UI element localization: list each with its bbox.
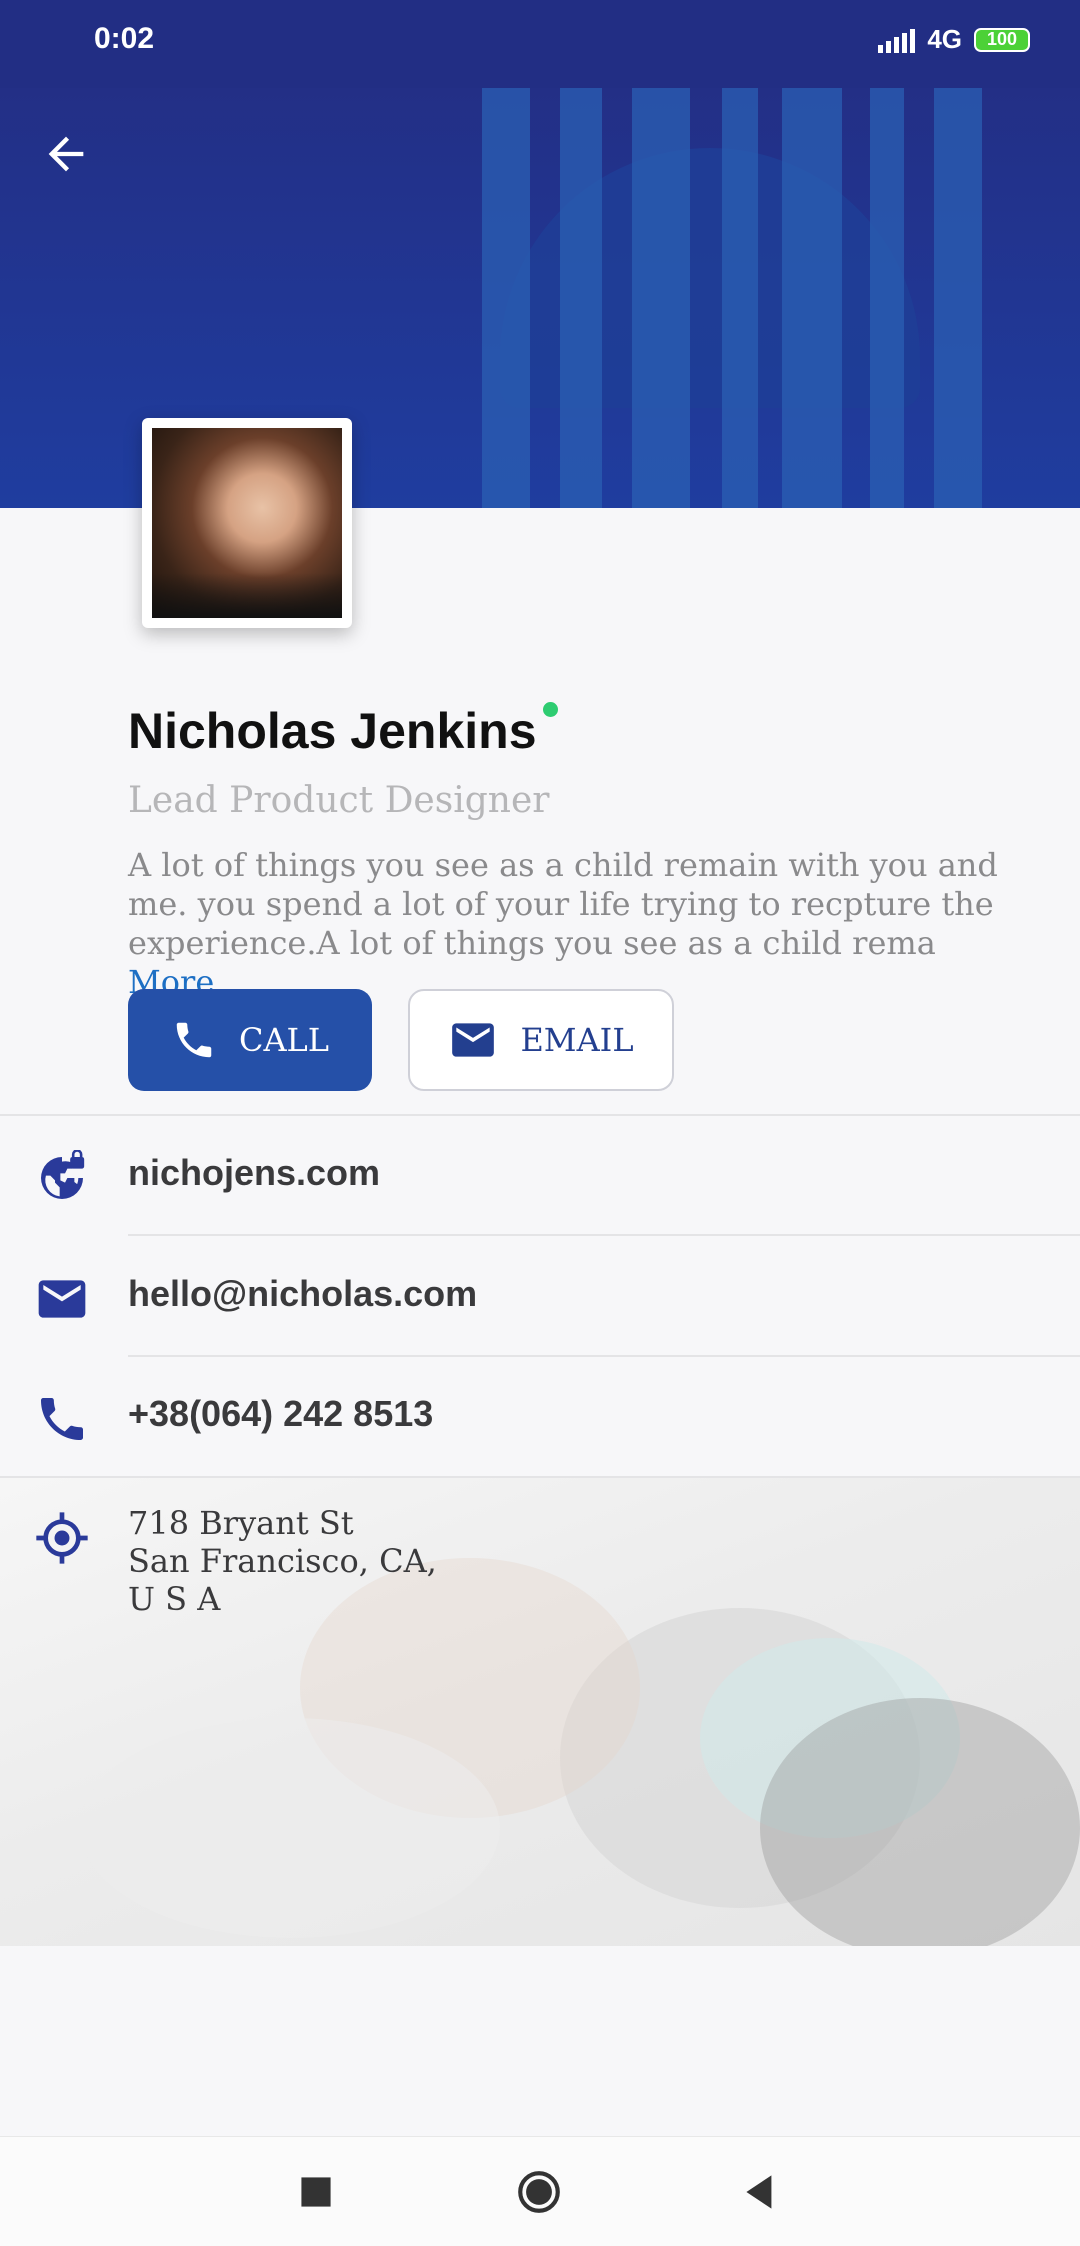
globe-lock-icon	[41, 1150, 85, 1199]
address-line-2: San Francisco, CA,	[128, 1542, 437, 1580]
address-section[interactable]: 718 Bryant St San Francisco, CA, U S A	[0, 1478, 1080, 1946]
avatar	[142, 418, 352, 628]
mail-icon	[38, 1280, 86, 1318]
website-text: nichojens.com	[128, 1152, 381, 1193]
status-indicators: 4G 100	[878, 24, 1030, 55]
address-line-1: 718 Bryant St	[128, 1504, 354, 1542]
online-status-dot	[542, 702, 558, 717]
location-target-icon	[36, 1512, 88, 1564]
system-nav-bar	[0, 2136, 1080, 2246]
email-row[interactable]: hello@nicholas.com	[0, 1237, 1080, 1357]
phone-row[interactable]: +38(064) 242 8513	[0, 1357, 1080, 1477]
email-button[interactable]: EMAIL	[408, 989, 674, 1091]
website-row[interactable]: nichojens.com	[0, 1116, 1080, 1236]
profile-name: Nicholas Jenkins	[128, 703, 537, 759]
call-button-label: CALL	[238, 1021, 330, 1059]
status-bar: 0:02 4G 100	[0, 0, 1080, 88]
back-triangle-icon[interactable]	[736, 2167, 786, 2217]
back-arrow-icon[interactable]	[40, 128, 92, 180]
bio-text: A lot of things you see as a child remai…	[128, 846, 998, 962]
background-photo	[760, 1698, 1080, 1946]
avatar-photo	[152, 428, 342, 618]
address-line-3: U S A	[128, 1580, 221, 1618]
status-time: 0:02	[94, 22, 155, 55]
email-button-label: EMAIL	[520, 1021, 634, 1059]
bars-graphic	[482, 88, 982, 508]
phone-text: +38(064) 242 8513	[128, 1393, 434, 1434]
signal-icon	[878, 27, 916, 53]
profile-role: Lead Product Designer	[128, 780, 550, 821]
name-row: Nicholas Jenkins	[128, 702, 558, 760]
home-circle-icon[interactable]	[514, 2167, 564, 2217]
address-text: 718 Bryant St San Francisco, CA, U S A	[128, 1504, 437, 1618]
call-button[interactable]: CALL	[128, 989, 372, 1091]
recents-square-icon[interactable]	[291, 2167, 341, 2217]
background-photo	[80, 1718, 500, 1938]
divider	[128, 1234, 1080, 1236]
phone-icon	[176, 1022, 212, 1058]
network-type: 4G	[927, 24, 962, 54]
mail-icon	[452, 1023, 495, 1057]
battery-icon: 100	[974, 27, 1030, 52]
profile-bio: A lot of things you see as a child remai…	[128, 846, 1028, 1002]
battery-level: 100	[986, 29, 1018, 49]
phone-icon	[41, 1398, 83, 1440]
email-text: hello@nicholas.com	[128, 1273, 478, 1314]
